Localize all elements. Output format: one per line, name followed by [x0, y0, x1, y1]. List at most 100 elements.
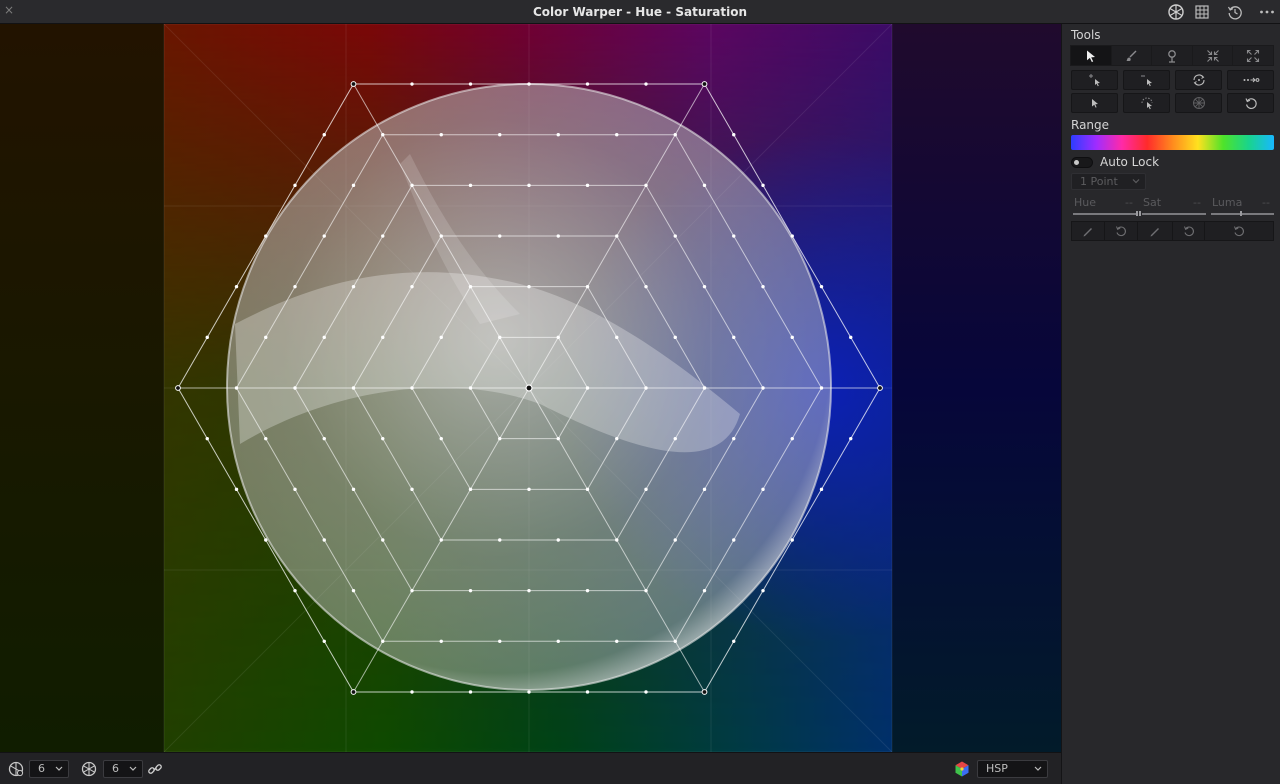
- hue-slider[interactable]: [1073, 213, 1137, 215]
- mesh-control-point[interactable]: [264, 538, 268, 542]
- mesh-control-point[interactable]: [615, 132, 619, 137]
- mesh-control-point[interactable]: [702, 386, 707, 390]
- mesh-control-point[interactable]: [732, 234, 736, 238]
- remove-point-button[interactable]: [1123, 70, 1170, 90]
- sat-slider-knob[interactable]: [1139, 211, 1141, 216]
- mesh-center-point[interactable]: [525, 384, 533, 392]
- pin-tool[interactable]: [1152, 46, 1193, 65]
- luma-slider-knob[interactable]: [1240, 211, 1242, 216]
- convergence-button[interactable]: [1175, 93, 1222, 113]
- mesh-control-point[interactable]: [615, 639, 619, 644]
- mesh-control-point[interactable]: [293, 588, 297, 593]
- mesh-control-point[interactable]: [439, 335, 443, 340]
- mesh-control-point[interactable]: [732, 639, 736, 644]
- mesh-control-point[interactable]: [234, 386, 239, 390]
- mesh-control-point[interactable]: [732, 436, 736, 441]
- mesh-control-point[interactable]: [644, 588, 648, 593]
- mesh-control-point[interactable]: [761, 487, 765, 492]
- brush-tool[interactable]: [1112, 46, 1153, 65]
- mesh-control-point[interactable]: [381, 234, 385, 238]
- points-select[interactable]: 1 Point: [1071, 173, 1146, 190]
- mesh-control-point[interactable]: [585, 82, 590, 86]
- mesh-control-point[interactable]: [381, 436, 385, 441]
- mesh-control-point[interactable]: [293, 183, 297, 188]
- mesh-control-point[interactable]: [615, 234, 619, 238]
- mesh-control-point[interactable]: [615, 436, 619, 441]
- mesh-control-point[interactable]: [790, 436, 794, 441]
- color-warper-icon[interactable]: [1167, 3, 1185, 21]
- mesh-control-point[interactable]: [234, 284, 239, 289]
- range-hue-bar[interactable]: [1071, 135, 1274, 150]
- mesh-control-point[interactable]: [351, 588, 356, 593]
- rotate-points-button[interactable]: [1175, 70, 1222, 90]
- mesh-control-point[interactable]: [351, 386, 356, 390]
- mesh-control-point[interactable]: [585, 386, 590, 390]
- mesh-control-point[interactable]: [322, 436, 326, 441]
- mesh-control-point[interactable]: [732, 538, 736, 542]
- mesh-control-point[interactable]: [468, 588, 473, 593]
- mesh-control-point[interactable]: [732, 132, 736, 137]
- mesh-control-point[interactable]: [439, 436, 443, 441]
- mesh-control-point[interactable]: [527, 690, 531, 694]
- mesh-control-point[interactable]: [381, 132, 385, 137]
- mesh-control-point[interactable]: [761, 183, 765, 188]
- mesh-control-point[interactable]: [322, 639, 326, 644]
- history-icon[interactable]: [1226, 3, 1244, 21]
- warper-viewer[interactable]: [0, 24, 1061, 752]
- mesh-control-point[interactable]: [819, 284, 824, 289]
- mesh-control-point[interactable]: [381, 335, 385, 340]
- hue-pencil-button[interactable]: [1072, 222, 1105, 240]
- mesh-control-point[interactable]: [527, 487, 531, 492]
- mesh-control-point[interactable]: [410, 588, 414, 593]
- mesh-control-point[interactable]: [732, 335, 736, 340]
- mesh-control-point[interactable]: [205, 335, 209, 340]
- mesh-control-point[interactable]: [205, 436, 209, 441]
- luma-slider[interactable]: [1211, 213, 1274, 215]
- mesh-control-point[interactable]: [410, 690, 414, 694]
- mesh-control-point[interactable]: [264, 335, 268, 340]
- mesh-control-point[interactable]: [673, 335, 677, 340]
- mesh-control-point[interactable]: [410, 183, 414, 188]
- mesh-control-point[interactable]: [527, 284, 531, 289]
- mesh-control-point[interactable]: [468, 284, 473, 289]
- sat-reset-button[interactable]: [1173, 222, 1205, 240]
- mesh-control-point[interactable]: [644, 487, 648, 492]
- pointer-select-tool[interactable]: [1071, 46, 1112, 65]
- mesh-control-point[interactable]: [877, 385, 883, 391]
- link-icon[interactable]: [146, 760, 164, 778]
- mesh-control-point[interactable]: [264, 234, 268, 238]
- sat-points-select[interactable]: 6: [103, 760, 143, 778]
- mesh-control-point[interactable]: [701, 81, 708, 87]
- mesh-control-point[interactable]: [644, 82, 648, 86]
- mesh-control-point[interactable]: [439, 639, 443, 644]
- mesh-control-point[interactable]: [819, 386, 824, 390]
- mesh-control-point[interactable]: [410, 487, 414, 492]
- mesh-control-point[interactable]: [468, 487, 473, 492]
- collapse-tool[interactable]: [1193, 46, 1234, 65]
- mesh-control-point[interactable]: [644, 183, 648, 188]
- hue-points-select[interactable]: 6: [29, 760, 69, 778]
- mesh-control-point[interactable]: [585, 183, 590, 188]
- mesh-control-point[interactable]: [702, 284, 707, 289]
- mesh-control-point[interactable]: [350, 689, 357, 695]
- mesh-control-point[interactable]: [615, 335, 619, 340]
- mesh-control-point[interactable]: [468, 386, 473, 390]
- hue-reset-button[interactable]: [1105, 222, 1138, 240]
- auto-lock-toggle[interactable]: [1071, 157, 1093, 168]
- mesh-control-point[interactable]: [468, 183, 473, 188]
- mesh-control-point[interactable]: [556, 538, 560, 542]
- mesh-control-point[interactable]: [615, 538, 619, 542]
- mesh-control-point[interactable]: [701, 689, 708, 695]
- mesh-control-point[interactable]: [585, 284, 590, 289]
- mesh-control-point[interactable]: [498, 234, 502, 238]
- mesh-control-point[interactable]: [322, 132, 326, 137]
- mesh-control-point[interactable]: [790, 335, 794, 340]
- mesh-control-point[interactable]: [556, 132, 560, 137]
- mesh-control-point[interactable]: [761, 588, 765, 593]
- mesh-control-point[interactable]: [351, 284, 356, 289]
- expand-tool[interactable]: [1233, 46, 1273, 65]
- mesh-control-point[interactable]: [673, 436, 677, 441]
- mesh-control-point[interactable]: [439, 132, 443, 137]
- sat-slider[interactable]: [1142, 213, 1206, 215]
- mesh-control-point[interactable]: [175, 385, 181, 391]
